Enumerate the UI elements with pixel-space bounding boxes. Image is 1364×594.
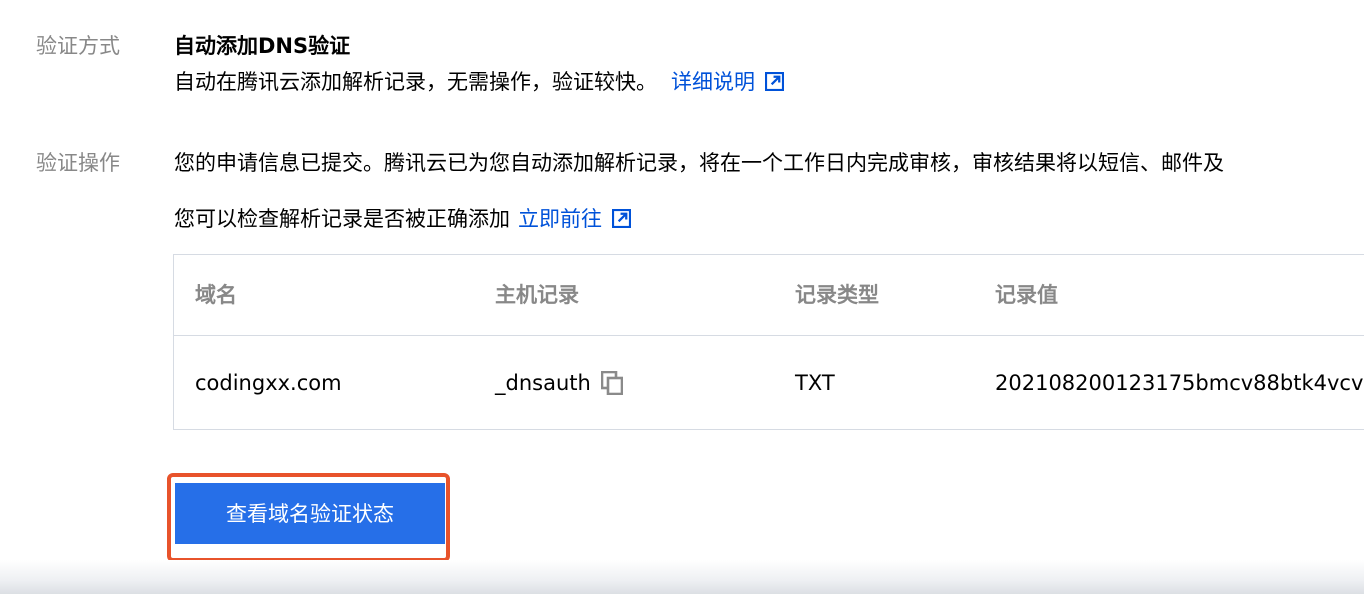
verification-action-message: 您的申请信息已提交。腾讯云已为您自动添加解析记录，将在一个工作日内完成审核，审核… [174,151,1224,175]
check-records-text: 您可以检查解析记录是否被正确添加 [174,207,510,231]
cell-record-value: 20210820012317‌5bmcv88btk4vcv [995,371,1364,395]
header-record-value: 记录值 [995,283,1058,307]
go-now-link-label: 立即前往 [518,207,602,231]
header-record-type: 记录类型 [795,283,879,307]
header-host-record: 主机记录 [495,283,579,307]
verification-method-title: 自动添加DNS验证 [174,34,351,58]
dns-record-table: 域名 主机记录 记录类型 记录值 codingxx.com _dnsauth T… [173,254,1364,430]
verification-action-label: 验证操作 [36,151,120,175]
external-link-icon [612,208,631,228]
cell-record-type: TXT [795,371,835,395]
dns-verification-panel: 验证方式 自动添加DNS验证 自动在腾讯云添加解析记录，无需操作，验证较快。 详… [0,0,1364,594]
host-record-value: _dnsauth [495,371,591,395]
table-header: 域名 主机记录 记录类型 记录值 [174,255,1364,336]
bottom-shadow [0,560,1364,594]
check-records-row: 您可以检查解析记录是否被正确添加 立即前往 [174,203,631,233]
copy-icon[interactable] [600,371,623,395]
verification-method-description-row: 自动在腾讯云添加解析记录，无需操作，验证较快。 详细说明 [174,66,784,96]
verification-method-description: 自动在腾讯云添加解析记录，无需操作，验证较快。 [174,70,657,94]
check-domain-verification-status-button[interactable]: 查看域名验证状态 [175,483,445,544]
go-now-link[interactable]: 立即前往 [518,203,631,233]
table-row: codingxx.com _dnsauth TXT 20210820012317… [174,336,1364,430]
cell-host-record: _dnsauth [495,336,623,430]
details-link[interactable]: 详细说明 [671,66,784,96]
external-link-icon [765,71,784,91]
cell-domain: codingxx.com [195,371,342,395]
details-link-label: 详细说明 [671,70,755,94]
verification-method-label: 验证方式 [36,34,120,58]
header-domain: 域名 [195,283,237,307]
